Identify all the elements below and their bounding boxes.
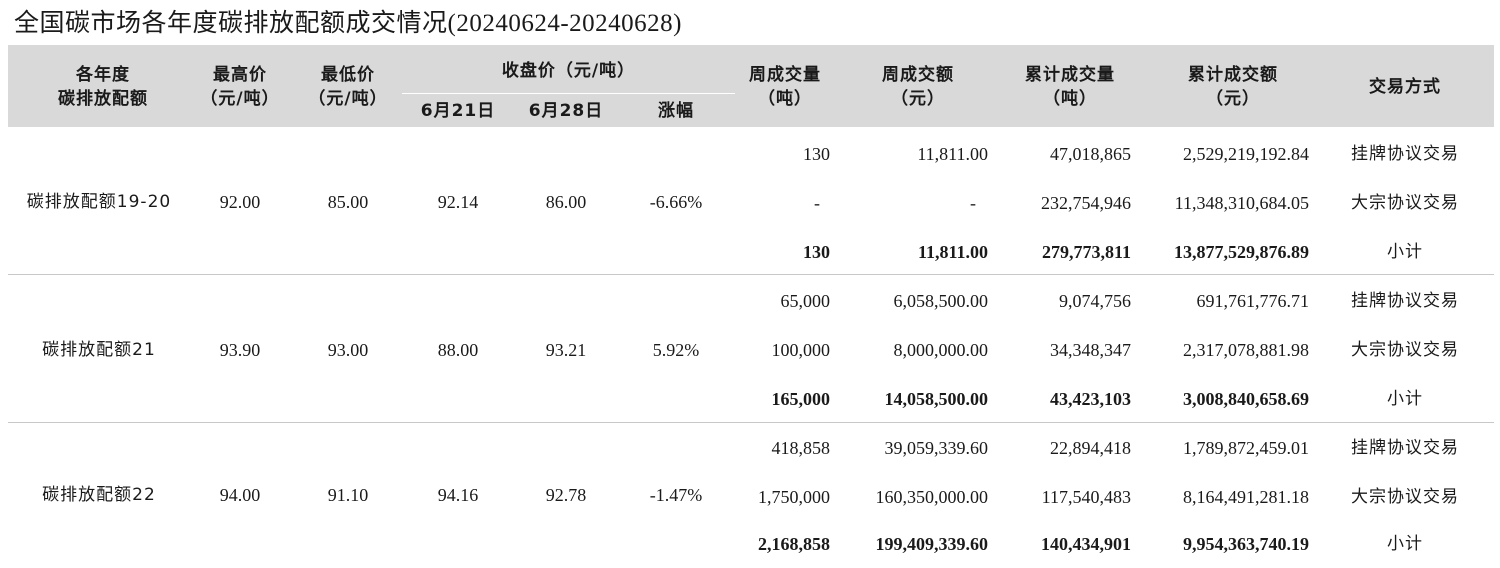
- header-change: 涨幅: [658, 101, 694, 121]
- header-cumulative-volume: 累计成交量 （吨）: [1025, 65, 1115, 109]
- weekly-volume: 1,750,000: [758, 487, 830, 507]
- cumulative-amount: 8,164,491,281.18: [1183, 487, 1309, 507]
- cumulative-volume-subtotal: 279,773,811: [1041, 242, 1131, 262]
- cumulative-volume: 9,074,756: [1059, 291, 1131, 311]
- trade-mode-subtotal: 小计: [1387, 389, 1423, 409]
- low-price: 91.10: [327, 485, 369, 505]
- page-title: 全国碳市场各年度碳排放配额成交情况(20240624-20240628): [14, 10, 682, 37]
- row-group-name: 碳排放配额19-20: [26, 192, 172, 212]
- row-separator: [8, 274, 1494, 275]
- close-0621: 88.00: [437, 340, 479, 360]
- cumulative-volume: 34,348,347: [1050, 340, 1131, 360]
- cumulative-volume: 47,018,865: [1050, 144, 1131, 164]
- cumulative-amount-subtotal: 3,008,840,658.69: [1183, 389, 1309, 409]
- header-cumulative-amount: 累计成交额 （元）: [1188, 65, 1278, 109]
- weekly-amount-subtotal: 11,811.00: [917, 242, 988, 262]
- header-close-price: 收盘价（元/吨）: [501, 61, 636, 81]
- close-0628: 92.78: [545, 485, 587, 505]
- cumulative-volume: 117,540,483: [1041, 487, 1131, 507]
- header-high-price: 最高价 （元/吨）: [200, 65, 280, 109]
- cumulative-volume-subtotal: 140,434,901: [1041, 534, 1131, 554]
- weekly-amount: 160,350,000.00: [875, 487, 989, 507]
- header-close-0621: 6月21日: [420, 101, 496, 121]
- cumulative-amount: 2,317,078,881.98: [1183, 340, 1309, 360]
- row-group-name: 碳排放配额22: [42, 485, 156, 505]
- weekly-volume: -: [814, 193, 820, 213]
- high-price: 94.00: [219, 485, 261, 505]
- row-group-name: 碳排放配额21: [42, 340, 156, 360]
- high-price: 92.00: [219, 192, 261, 212]
- trade-mode: 大宗协议交易: [1351, 487, 1459, 507]
- trade-mode-subtotal: 小计: [1387, 242, 1423, 262]
- cumulative-amount: 691,761,776.71: [1196, 291, 1310, 311]
- weekly-volume-subtotal: 165,000: [771, 389, 831, 409]
- trade-mode-subtotal: 小计: [1387, 534, 1423, 554]
- weekly-volume: 100,000: [771, 340, 831, 360]
- weekly-amount: 11,811.00: [917, 144, 988, 164]
- low-price: 85.00: [327, 192, 369, 212]
- high-price: 93.90: [219, 340, 261, 360]
- close-0621: 94.16: [437, 485, 479, 505]
- close-0621: 92.14: [437, 192, 479, 212]
- header-close-0628: 6月28日: [528, 101, 604, 121]
- low-price: 93.00: [327, 340, 369, 360]
- cumulative-volume: 22,894,418: [1050, 438, 1131, 458]
- weekly-amount: -: [970, 193, 976, 213]
- weekly-amount: 39,059,339.60: [884, 438, 989, 458]
- header-weekly-volume: 周成交量 （吨）: [749, 65, 821, 109]
- weekly-amount: 6,058,500.00: [893, 291, 989, 311]
- cumulative-amount: 1,789,872,459.01: [1183, 438, 1309, 458]
- close-0628: 93.21: [545, 340, 587, 360]
- weekly-volume-subtotal: 130: [803, 242, 830, 262]
- header-low-price: 最低价 （元/吨）: [308, 65, 388, 109]
- cumulative-amount: 2,529,219,192.84: [1183, 144, 1309, 164]
- cumulative-volume-subtotal: 43,423,103: [1050, 389, 1131, 409]
- header-year: 各年度 碳排放配额: [58, 65, 148, 109]
- weekly-volume: 65,000: [780, 291, 831, 311]
- weekly-volume-subtotal: 2,168,858: [758, 534, 830, 554]
- close-0628: 86.00: [545, 192, 587, 212]
- header-weekly-amount: 周成交额 （元）: [882, 65, 954, 109]
- trade-mode: 大宗协议交易: [1351, 193, 1459, 213]
- row-separator: [8, 422, 1494, 423]
- weekly-amount-subtotal: 199,409,339.60: [875, 534, 989, 554]
- cumulative-amount-subtotal: 9,954,363,740.19: [1183, 534, 1309, 554]
- trade-mode: 大宗协议交易: [1351, 340, 1459, 360]
- header-trade-mode: 交易方式: [1369, 77, 1441, 97]
- cumulative-amount: 11,348,310,684.05: [1174, 193, 1309, 213]
- weekly-volume: 130: [803, 144, 830, 164]
- cumulative-volume: 232,754,946: [1041, 193, 1131, 213]
- weekly-amount-subtotal: 14,058,500.00: [884, 389, 989, 409]
- trade-mode: 挂牌协议交易: [1351, 144, 1459, 164]
- trade-mode: 挂牌协议交易: [1351, 291, 1459, 311]
- trade-mode: 挂牌协议交易: [1351, 438, 1459, 458]
- weekly-amount: 8,000,000.00: [893, 340, 989, 360]
- cumulative-amount-subtotal: 13,877,529,876.89: [1174, 242, 1309, 262]
- weekly-volume: 418,858: [771, 438, 831, 458]
- header-divider: [402, 93, 735, 94]
